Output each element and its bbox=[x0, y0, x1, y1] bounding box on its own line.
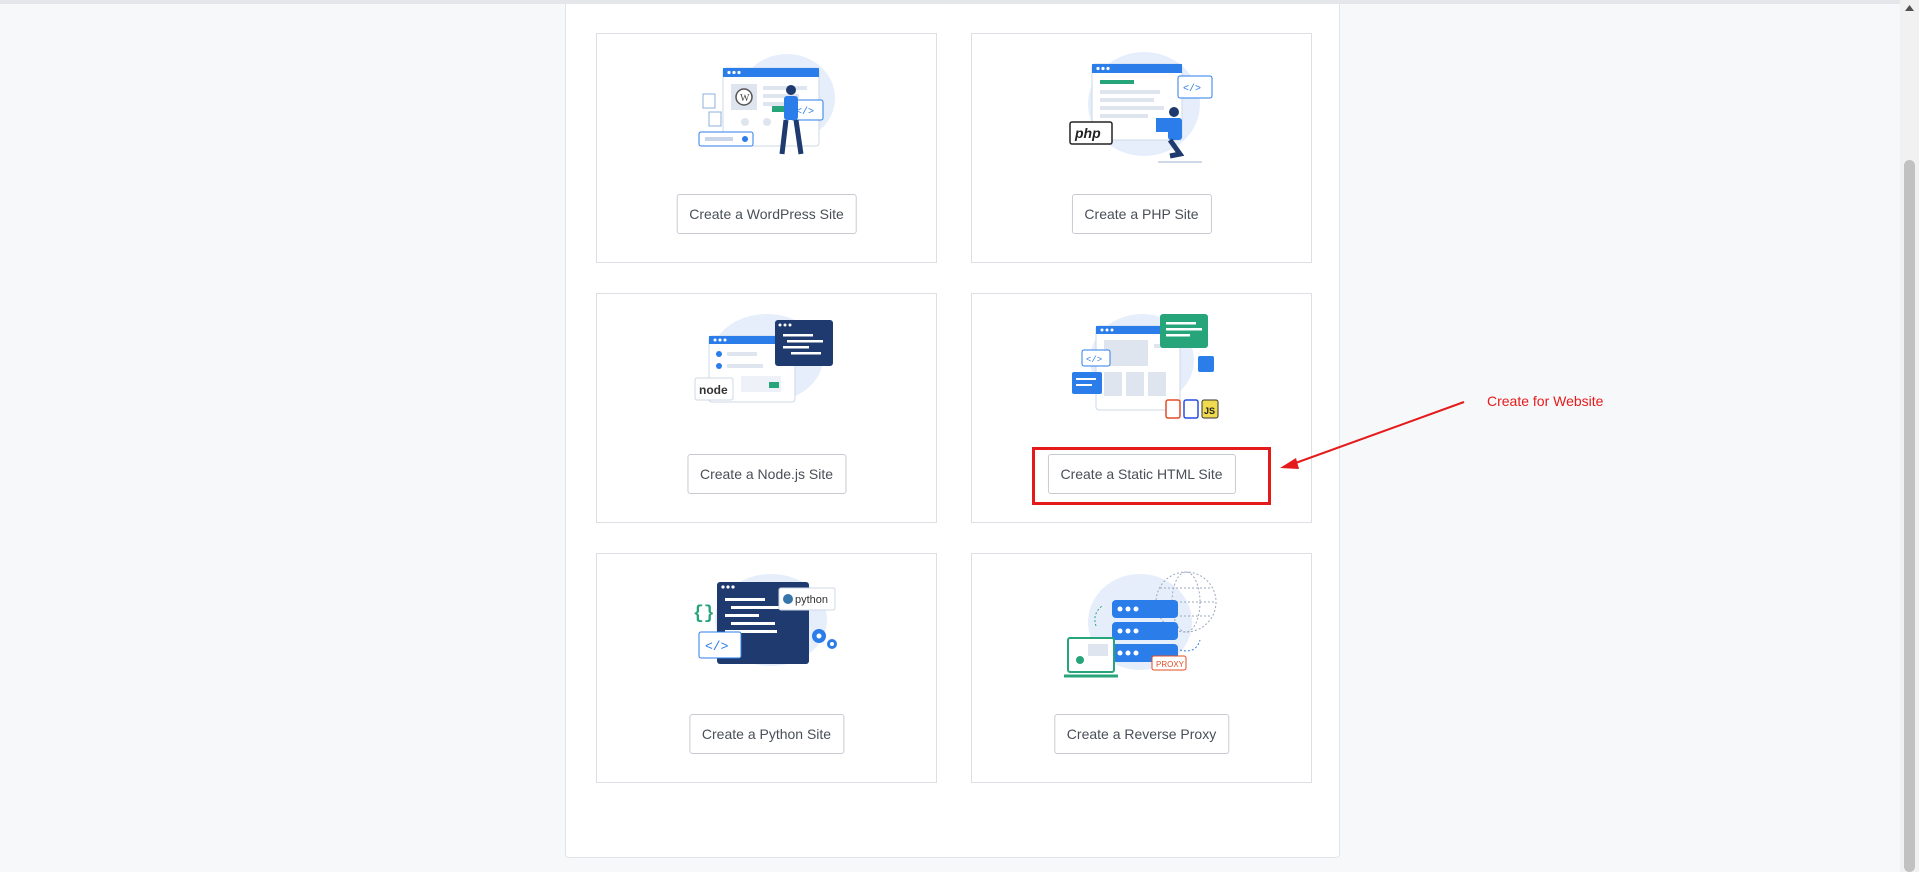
svg-text:{}: {} bbox=[693, 604, 715, 624]
scroll-up-arrow-icon[interactable] bbox=[1900, 0, 1919, 17]
svg-text:</>: </> bbox=[1086, 355, 1102, 365]
svg-text:</>: </> bbox=[1183, 83, 1201, 95]
svg-text:</>: </> bbox=[796, 106, 814, 118]
card-nodejs: node Create a Node.js Site bbox=[596, 293, 937, 523]
node-badge-text: node bbox=[699, 383, 728, 397]
svg-text:</>: </> bbox=[705, 639, 729, 654]
create-reverse-proxy-button[interactable]: Create a Reverse Proxy bbox=[1053, 714, 1230, 754]
nodejs-site-illustration: node bbox=[694, 314, 833, 403]
js-badge-text: JS bbox=[1204, 406, 1215, 416]
card-php: </> php Create a PHP Site bbox=[971, 33, 1312, 263]
python-site-illustration: python {} </> bbox=[693, 574, 837, 666]
wordpress-site-illustration: W </> bbox=[698, 54, 835, 155]
annotation-label: Create for Website bbox=[1487, 393, 1604, 409]
card-wordpress: W </> Create a WordPress Site bbox=[596, 33, 937, 263]
php-site-illustration: </> php bbox=[1068, 52, 1212, 163]
create-python-site-button[interactable]: Create a Python Site bbox=[688, 714, 845, 754]
php-badge-text: php bbox=[1074, 125, 1101, 141]
reverse-proxy-illustration: PROXY bbox=[1063, 571, 1216, 678]
annotation-highlight-box bbox=[1032, 447, 1271, 505]
proxy-badge-text: PROXY bbox=[1156, 660, 1185, 669]
vertical-scrollbar[interactable] bbox=[1900, 0, 1919, 872]
scrollbar-thumb[interactable] bbox=[1904, 160, 1915, 872]
create-wordpress-site-button[interactable]: Create a WordPress Site bbox=[676, 194, 857, 234]
static-html-site-illustration: </> JS bbox=[1071, 314, 1218, 419]
python-badge-text: python bbox=[795, 594, 828, 606]
card-python: python {} </> Create a Python Site bbox=[596, 553, 937, 783]
create-nodejs-site-button[interactable]: Create a Node.js Site bbox=[686, 454, 847, 494]
create-php-site-button[interactable]: Create a PHP Site bbox=[1071, 194, 1212, 234]
site-type-panel: W </> Create a WordPress Site </> php Cr… bbox=[565, 4, 1340, 858]
card-reverse-proxy: PROXY Create a Reverse Proxy bbox=[971, 553, 1312, 783]
svg-text:W: W bbox=[740, 93, 750, 104]
